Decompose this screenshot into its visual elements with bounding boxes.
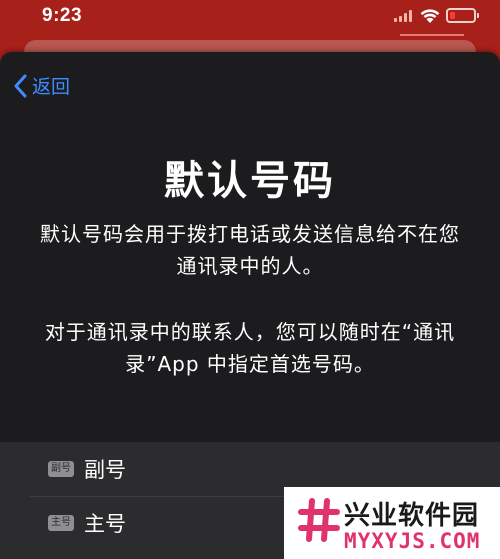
watermark: 兴业软件园 MYXYJS.COM (284, 487, 500, 559)
screen: 9:23 返回 默认号码 默认号码会用于拨打电话或发送信息给不在您通讯录中的人。 (0, 0, 500, 559)
sim-badge: 副号 (48, 461, 74, 477)
page-title: 默认号码 (164, 158, 336, 204)
hash-logo-icon (298, 498, 340, 542)
battery-tip (477, 13, 479, 18)
cellular-signal-icon (394, 10, 414, 22)
wifi-icon (420, 9, 440, 23)
status-underline (400, 34, 464, 36)
battery-level (450, 12, 455, 19)
description-contacts: 对于通讯录中的联系人，您可以随时在“通讯录”App 中指定首选号码。 (44, 320, 456, 376)
battery-icon (446, 8, 476, 23)
watermark-title: 兴业软件园 (344, 501, 480, 531)
back-label: 返回 (32, 76, 71, 98)
line-label: 副号 (84, 458, 126, 482)
chevron-left-icon (14, 74, 27, 97)
description-default-number: 默认号码会用于拨打电话或发送信息给不在您通讯录中的人。 (40, 222, 460, 278)
line-label: 主号 (84, 512, 126, 536)
default-line-sheet: 返回 默认号码 默认号码会用于拨打电话或发送信息给不在您通讯录中的人。 对于通讯… (0, 52, 500, 559)
back-button[interactable]: 返回 (14, 72, 70, 99)
watermark-url: MYXYJS.COM (344, 529, 481, 553)
status-time: 9:23 (42, 5, 83, 26)
status-bar: 9:23 (0, 0, 500, 36)
sim-badge: 主号 (48, 515, 74, 531)
